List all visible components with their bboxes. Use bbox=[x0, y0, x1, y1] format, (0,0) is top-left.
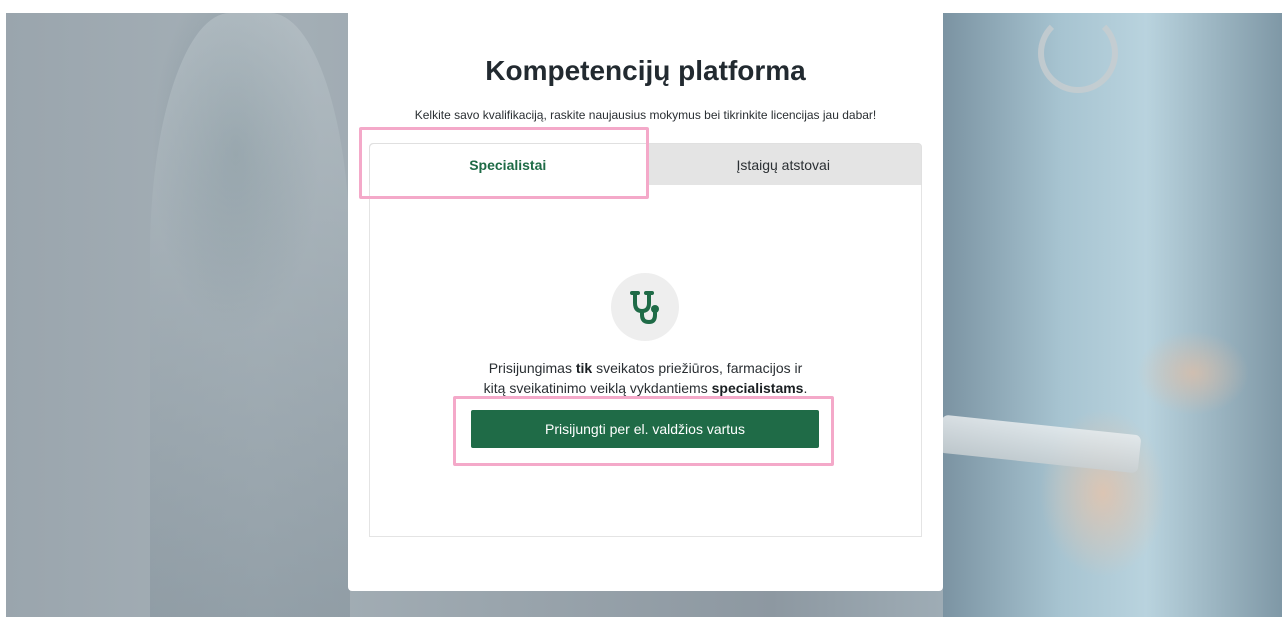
background-figure-left bbox=[150, 13, 350, 617]
desc-text: sveikatos priežiūros, farmacijos ir bbox=[592, 360, 803, 376]
stethoscope-icon bbox=[611, 273, 679, 341]
login-button[interactable]: Prisijungti per el. valdžios vartus bbox=[471, 410, 819, 448]
tab-specialistai[interactable]: Specialistai bbox=[370, 144, 646, 185]
tab-istaigu-atstovai[interactable]: Įstaigų atstovai bbox=[646, 144, 922, 185]
background-stethoscope bbox=[1038, 13, 1118, 93]
login-description: Prisijungimas tik sveikatos priežiūros, … bbox=[348, 358, 943, 398]
desc-text: . bbox=[803, 380, 808, 396]
desc-bold: specialistams bbox=[711, 380, 804, 396]
page-title: Kompetencijų platforma bbox=[485, 55, 806, 86]
desc-bold: tik bbox=[575, 360, 593, 376]
desc-text: Prisijungimas bbox=[488, 360, 576, 376]
page-subtitle: Kelkite savo kvalifikaciją, raskite nauj… bbox=[414, 108, 877, 122]
tab-bar: Specialistai Įstaigų atstovai bbox=[369, 143, 922, 186]
desc-text: kitą sveikatinimo veiklą vykdantiems bbox=[483, 380, 712, 396]
login-card: Kompetencijų platforma Kelkite savo kval… bbox=[348, 13, 943, 591]
background-figure-right bbox=[943, 13, 1282, 617]
